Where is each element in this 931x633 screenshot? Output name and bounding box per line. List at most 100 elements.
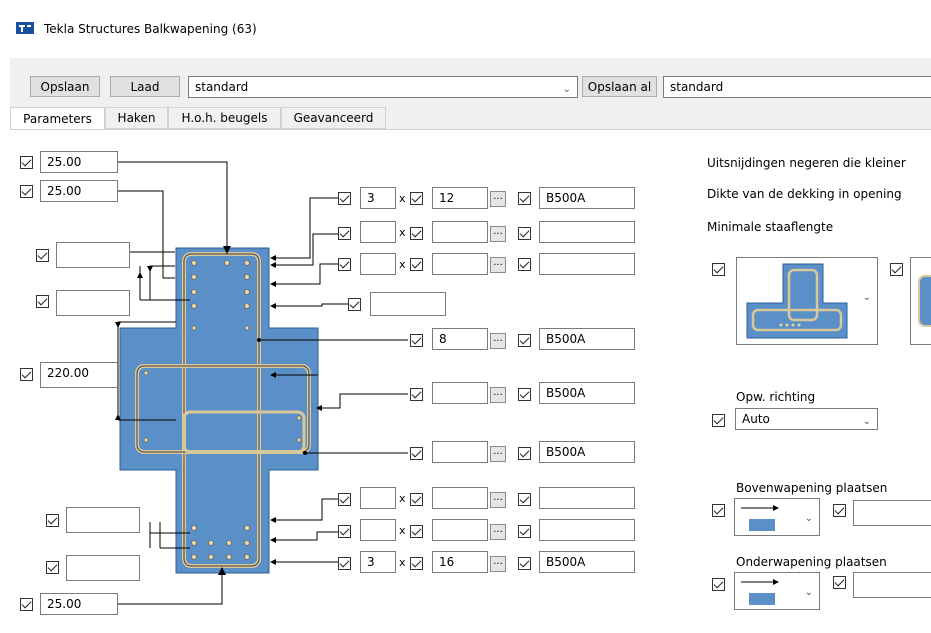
- row1-count-input[interactable]: 3: [360, 187, 396, 209]
- top-cover-2-input[interactable]: 25.00: [40, 180, 118, 202]
- row6-grade-input[interactable]: B500A: [539, 382, 635, 404]
- row2-size-checkbox[interactable]: [410, 227, 423, 240]
- row1-size-input[interactable]: 12: [432, 187, 488, 209]
- row10-browse-button[interactable]: ...: [490, 556, 506, 572]
- shape-select[interactable]: ⌄: [736, 257, 878, 345]
- row8-count-input[interactable]: [360, 487, 396, 509]
- row9-browse-button[interactable]: ...: [490, 524, 506, 540]
- row8-count-checkbox[interactable]: [338, 493, 351, 506]
- row10-count-checkbox[interactable]: [338, 557, 351, 570]
- row5-grade-checkbox[interactable]: [518, 334, 531, 347]
- row4-input[interactable]: [370, 292, 446, 316]
- row8-grade-checkbox[interactable]: [518, 493, 531, 506]
- shape-checkbox[interactable]: [712, 263, 725, 276]
- row2-grade-checkbox[interactable]: [518, 227, 531, 240]
- row2-size-input[interactable]: [432, 221, 488, 243]
- bottom-place-select[interactable]: ⌄: [734, 572, 820, 610]
- ignore-cutouts-label: Uitsnijdingen negeren die kleiner: [707, 156, 906, 170]
- bottom-a-input[interactable]: [66, 507, 140, 533]
- row1-browse-button[interactable]: ...: [490, 191, 506, 207]
- row3-browse-button[interactable]: ...: [490, 257, 506, 273]
- top-cover-1-checkbox[interactable]: [20, 156, 33, 169]
- row7-grade-input[interactable]: B500A: [539, 441, 635, 463]
- row8-grade-input[interactable]: [539, 487, 635, 509]
- row10-grade-input[interactable]: B500A: [539, 551, 635, 573]
- row9-count-checkbox[interactable]: [338, 525, 351, 538]
- direction-checkbox[interactable]: [712, 414, 725, 427]
- top-cover-2-checkbox[interactable]: [20, 185, 33, 198]
- times-label: x: [399, 192, 406, 205]
- side-b-input[interactable]: [56, 290, 130, 316]
- side-b-checkbox[interactable]: [36, 295, 49, 308]
- height-checkbox[interactable]: [20, 368, 33, 381]
- direction-label: Opw. richting: [736, 390, 816, 404]
- top-place-checkbox[interactable]: [712, 504, 725, 517]
- row9-size-input[interactable]: [432, 519, 488, 541]
- chevron-down-icon: ⌄: [862, 292, 871, 303]
- bottom-cover-checkbox[interactable]: [20, 598, 33, 611]
- row5-size-checkbox[interactable]: [410, 334, 423, 347]
- top-cover-1-input[interactable]: 25.00: [40, 151, 118, 173]
- row1-count-checkbox[interactable]: [338, 192, 351, 205]
- bottom-place-value-input[interactable]: [853, 572, 931, 598]
- row10-size-checkbox[interactable]: [410, 557, 423, 570]
- height-input[interactable]: 220.00: [40, 362, 118, 388]
- row2-browse-button[interactable]: ...: [490, 226, 506, 242]
- row6-size-checkbox[interactable]: [410, 388, 423, 401]
- bottom-b-input[interactable]: [66, 555, 140, 581]
- top-place-value-checkbox[interactable]: [833, 504, 846, 517]
- section-shape-icon: [746, 263, 848, 339]
- row9-grade-input[interactable]: [539, 519, 635, 541]
- row3-grade-checkbox[interactable]: [518, 258, 531, 271]
- row2-grade-input[interactable]: [539, 221, 635, 243]
- row7-grade-checkbox[interactable]: [518, 447, 531, 460]
- row10-size-input[interactable]: 16: [432, 551, 488, 573]
- row8-size-checkbox[interactable]: [410, 493, 423, 506]
- direction-select[interactable]: Auto ⌄: [735, 408, 878, 430]
- row2-count-checkbox[interactable]: [338, 227, 351, 240]
- row9-size-checkbox[interactable]: [410, 525, 423, 538]
- row9-count-input[interactable]: [360, 519, 396, 541]
- row10-grade-checkbox[interactable]: [518, 557, 531, 570]
- row10-count-input[interactable]: 3: [360, 551, 396, 573]
- row5-size-input[interactable]: 8: [432, 328, 488, 350]
- row5-grade-input[interactable]: B500A: [539, 328, 635, 350]
- row7-size-checkbox[interactable]: [410, 447, 423, 460]
- bottom-b-checkbox[interactable]: [46, 561, 59, 574]
- times-label: x: [399, 556, 406, 569]
- row8-size-input[interactable]: [432, 487, 488, 509]
- row1-grade-input[interactable]: B500A: [539, 187, 635, 209]
- times-label: x: [399, 258, 406, 271]
- row3-size-input[interactable]: [432, 253, 488, 275]
- min-bar-length-label: Minimale staaflengte: [707, 220, 834, 234]
- side-a-input[interactable]: [56, 242, 130, 268]
- row9-grade-checkbox[interactable]: [518, 525, 531, 538]
- row6-grade-checkbox[interactable]: [518, 388, 531, 401]
- cover-thickness-label: Dikte van de dekking in opening: [707, 187, 902, 201]
- row8-browse-button[interactable]: ...: [490, 492, 506, 508]
- row6-size-input[interactable]: [432, 382, 488, 404]
- row1-grade-checkbox[interactable]: [518, 192, 531, 205]
- row3-count-checkbox[interactable]: [338, 258, 351, 271]
- bottom-place-value-checkbox[interactable]: [833, 576, 846, 589]
- shape2-checkbox[interactable]: [890, 263, 903, 276]
- row3-size-checkbox[interactable]: [410, 258, 423, 271]
- top-place-select[interactable]: ⌄: [734, 498, 820, 536]
- bottom-place-label: Onderwapening plaatsen: [736, 555, 887, 569]
- shape2-select[interactable]: [910, 257, 931, 345]
- row2-count-input[interactable]: [360, 221, 396, 243]
- times-label: x: [399, 226, 406, 239]
- row7-size-input[interactable]: [432, 441, 488, 463]
- row7-browse-button[interactable]: ...: [490, 446, 506, 462]
- bottom-a-checkbox[interactable]: [46, 514, 59, 527]
- top-place-value-input[interactable]: [853, 500, 931, 526]
- row5-browse-button[interactable]: ...: [490, 333, 506, 349]
- bottom-place-checkbox[interactable]: [712, 578, 725, 591]
- row3-count-input[interactable]: [360, 253, 396, 275]
- row6-browse-button[interactable]: ...: [490, 387, 506, 403]
- row3-grade-input[interactable]: [539, 253, 635, 275]
- bottom-cover-input[interactable]: 25.00: [40, 593, 118, 615]
- row1-size-checkbox[interactable]: [410, 192, 423, 205]
- row4-checkbox[interactable]: [348, 298, 361, 311]
- side-a-checkbox[interactable]: [36, 249, 49, 262]
